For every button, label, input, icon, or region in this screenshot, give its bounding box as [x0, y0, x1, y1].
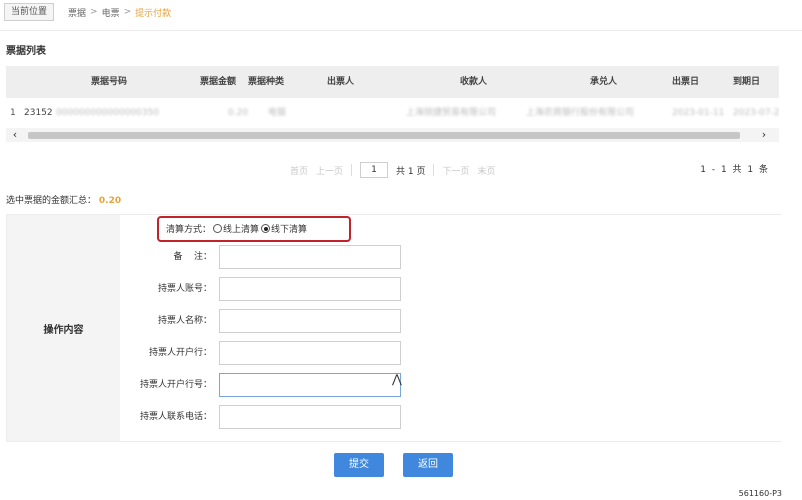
column-header-due-date[interactable]: 到期日 — [733, 66, 760, 98]
holder-bank-code-label: 持票人开户行号： — [139, 380, 212, 390]
remark-label: 备 注： — [173, 252, 212, 262]
breadcrumb-item-current: 提示付款 — [135, 8, 172, 19]
cell-due-date: 2023-07-2 — [733, 108, 779, 118]
column-header-acceptor[interactable]: 承兑人 — [590, 66, 617, 98]
cell-bill-no: 23152 — [24, 108, 53, 118]
pagination-divider — [351, 164, 353, 176]
settlement-method-label: 清算方式： — [166, 225, 212, 235]
amount-summary-label: 选中票据的金额汇总： — [6, 196, 97, 206]
breadcrumb-divider — [0, 30, 802, 31]
breadcrumb-path: 票据 > 电票 > 提示付款 — [68, 6, 171, 19]
last-page-link[interactable]: 末页 — [478, 164, 496, 177]
total-pages-label: 共 1 页 — [396, 166, 426, 177]
table-horizontal-scrollbar[interactable]: ‹ › — [6, 128, 779, 142]
column-header-bill-no[interactable]: 票据号码 — [91, 66, 127, 98]
next-page-link[interactable]: 下一页 — [442, 164, 469, 177]
holder-account-label: 持票人账号： — [157, 284, 212, 294]
holder-phone-input[interactable] — [219, 405, 401, 429]
radio-offline-settlement[interactable] — [261, 224, 271, 233]
scroll-right-icon[interactable]: › — [757, 128, 771, 142]
column-header-issue-date[interactable]: 出票日 — [672, 66, 699, 98]
column-header-payee[interactable]: 收款人 — [460, 66, 487, 98]
table-row[interactable]: 1 23152 000000000000000350 0.20 电银 上海锐捷贸… — [6, 98, 779, 128]
scroll-left-icon[interactable]: ‹ — [8, 128, 22, 142]
cell-issue-date: 2023-01-11 — [672, 108, 725, 118]
cell-acceptor: 上海农商银行股份有限公司 — [526, 108, 635, 118]
prev-page-link[interactable]: 上一页 — [316, 164, 343, 177]
page-number-input[interactable]: 1 — [360, 162, 389, 178]
cell-type: 电银 — [268, 108, 287, 118]
holder-bank-code-input[interactable] — [219, 373, 401, 397]
operation-section-label: 操作内容 — [43, 324, 84, 336]
holder-bank-label: 持票人开户行： — [148, 348, 212, 358]
cell-bill-no-blurred: 000000000000000350 — [56, 108, 160, 118]
holder-name-label: 持票人名称： — [157, 316, 212, 326]
column-header-drawer[interactable]: 出票人 — [327, 66, 354, 98]
online-settlement-label[interactable]: 线上清算 — [223, 222, 259, 235]
pagination-summary: 1 - 1 共 1 条 — [700, 162, 768, 175]
pagination: 首页 上一页 1 共 1 页 下一页 末页 — [290, 162, 496, 178]
offline-settlement-label[interactable]: 线下清算 — [271, 222, 307, 235]
cell-payee: 上海锐捷贸易有限公司 — [406, 108, 497, 118]
amount-summary-value: 0.20 — [98, 196, 122, 206]
first-page-link[interactable]: 首页 — [290, 164, 308, 177]
text-cursor-icon: ⋀ — [392, 372, 402, 386]
breadcrumb-separator: > — [90, 7, 98, 17]
submit-button[interactable]: 提交 — [334, 453, 384, 477]
column-header-amount[interactable]: 票据金额 — [200, 66, 236, 98]
record-range: 1 - 1 — [700, 165, 727, 175]
amount-summary: 选中票据的金额汇总： 0.20 — [6, 193, 121, 206]
remark-input[interactable] — [219, 245, 401, 269]
breadcrumb: 当前位置 票据 > 电票 > 提示付款 — [4, 3, 171, 21]
holder-bank-input[interactable] — [219, 341, 401, 365]
holder-name-input[interactable] — [219, 309, 401, 333]
holder-account-input[interactable] — [219, 277, 401, 301]
settlement-method-group: 清算方式： 线上清算 线下清算 — [166, 222, 307, 235]
breadcrumb-item-bill[interactable]: 票据 — [68, 6, 86, 19]
radio-online-settlement[interactable] — [213, 224, 223, 233]
scrollbar-thumb[interactable] — [28, 132, 740, 139]
breadcrumb-item-ebill[interactable]: 电票 — [102, 6, 120, 19]
pagination-divider — [433, 164, 435, 176]
bill-list-title: 票据列表 — [6, 46, 46, 57]
holder-phone-label: 持票人联系电话： — [139, 412, 212, 422]
breadcrumb-separator: > — [123, 7, 132, 17]
breadcrumb-current-label: 当前位置 — [4, 3, 55, 21]
row-index: 1 — [10, 108, 16, 118]
column-header-type[interactable]: 票据种类 — [248, 66, 284, 98]
total-count: 共 1 条 — [732, 165, 768, 175]
table-header: 票据号码 票据金额 票据种类 出票人 收款人 承兑人 出票日 到期日 — [6, 66, 779, 98]
screenshot-code: 561160-P3 — [738, 489, 782, 498]
cell-amount: 0.20 — [228, 108, 249, 118]
back-button[interactable]: 返回 — [403, 453, 453, 477]
